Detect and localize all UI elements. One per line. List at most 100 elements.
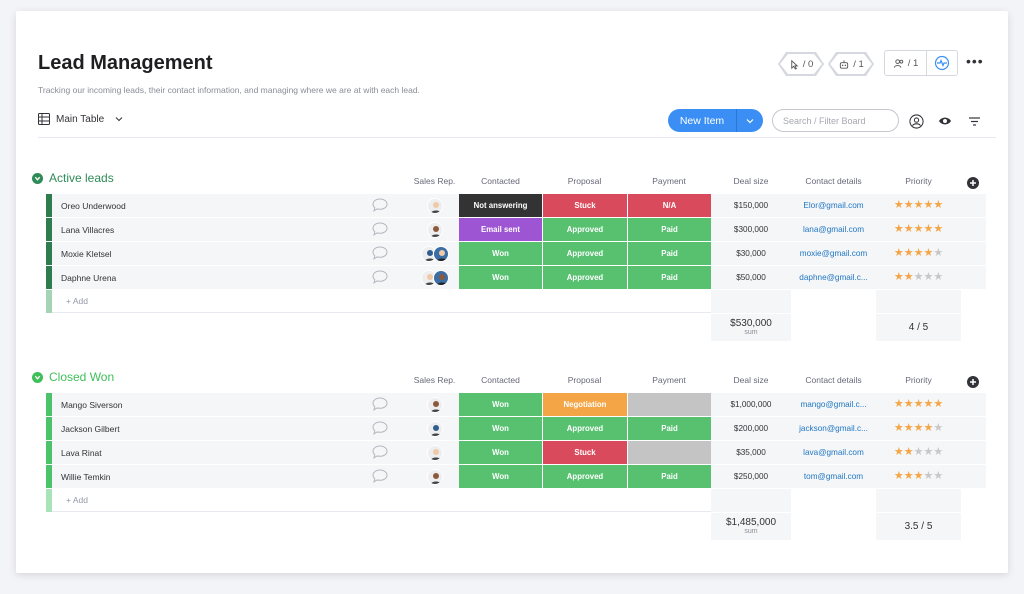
star-icon[interactable]: ★	[923, 248, 933, 259]
star-icon[interactable]: ★	[933, 447, 943, 458]
star-icon[interactable]: ★	[923, 447, 933, 458]
table-row[interactable]: Lana Villacres Email sent Approved Paid $300…	[46, 218, 986, 241]
table-row[interactable]: Oreo Underwood Not answering Stuck N/A $150,…	[46, 194, 986, 217]
star-icon[interactable]: ★	[914, 399, 924, 410]
star-icon[interactable]: ★	[923, 471, 933, 482]
column-header[interactable]: Contact details	[791, 375, 876, 385]
item-name-cell[interactable]: Willie Temkin	[46, 465, 410, 488]
star-icon[interactable]: ★	[914, 200, 924, 211]
star-icon[interactable]: ★	[923, 200, 933, 211]
star-icon[interactable]: ★	[933, 272, 943, 283]
column-header[interactable]: Deal size	[711, 375, 791, 385]
star-icon[interactable]: ★	[904, 248, 914, 259]
contact-email[interactable]: mango@gmail.c...	[800, 400, 866, 409]
group-header[interactable]: Closed Won	[32, 370, 114, 384]
status-payment-cell[interactable]	[628, 441, 711, 464]
table-row[interactable]: Willie Temkin Won Approved Paid $250,000 tom@…	[46, 465, 986, 488]
item-name[interactable]: Mango Siverson	[61, 400, 122, 410]
more-options-icon[interactable]: •••	[966, 54, 984, 68]
star-icon[interactable]: ★	[933, 423, 943, 434]
status-contacted-cell[interactable]: Won	[459, 441, 542, 464]
star-icon[interactable]: ★	[894, 399, 904, 410]
priority-rating[interactable]: ★ ★ ★ ★ ★	[876, 242, 961, 265]
item-name-cell[interactable]: Daphne Urena	[46, 266, 410, 289]
item-name[interactable]: Lava Rinat	[61, 448, 102, 458]
hide-columns-button[interactable]	[937, 113, 953, 129]
add-item-label[interactable]: + Add	[66, 495, 88, 505]
deal-size-cell[interactable]: $50,000	[711, 266, 791, 289]
priority-rating[interactable]: ★ ★ ★ ★ ★	[876, 194, 961, 217]
table-row[interactable]: Mango Siverson Won Negotiation $1,000,000 ma…	[46, 393, 986, 416]
contact-email-cell[interactable]: mango@gmail.c...	[791, 393, 876, 416]
status-payment-cell[interactable]: Paid	[628, 266, 711, 289]
column-header[interactable]: Priority	[876, 176, 961, 186]
conversation-icon[interactable]	[372, 222, 388, 236]
item-name[interactable]: Lana Villacres	[61, 225, 114, 235]
group-title[interactable]: Active leads	[49, 171, 114, 185]
status-payment-cell[interactable]: Paid	[628, 417, 711, 440]
priority-rating[interactable]: ★ ★ ★ ★ ★	[876, 266, 961, 289]
add-column-icon[interactable]	[967, 375, 979, 393]
contact-email[interactable]: moxie@gmail.com	[800, 249, 867, 258]
sales-rep-cell[interactable]	[410, 242, 459, 265]
item-name-cell[interactable]: Lana Villacres	[46, 218, 410, 241]
table-row[interactable]: Moxie Kletsel Won Approved Paid $30,000 moxie…	[46, 242, 986, 265]
table-row[interactable]: Daphne Urena Won Approved Paid $50,000 daphne…	[46, 266, 986, 289]
table-row[interactable]: Lava Rinat Won Stuck $35,000 lava@gmail.com ★…	[46, 441, 986, 464]
sales-rep-cell[interactable]	[410, 194, 459, 217]
item-name-cell[interactable]: Mango Siverson	[46, 393, 410, 416]
item-name-cell[interactable]: Moxie Kletsel	[46, 242, 410, 265]
priority-rating[interactable]: ★ ★ ★ ★ ★	[876, 465, 961, 488]
deal-size-cell[interactable]: $300,000	[711, 218, 791, 241]
star-icon[interactable]: ★	[904, 272, 914, 283]
star-icon[interactable]: ★	[904, 447, 914, 458]
status-payment-cell[interactable]	[628, 393, 711, 416]
status-proposal-cell[interactable]: Approved	[543, 417, 627, 440]
star-icon[interactable]: ★	[914, 248, 924, 259]
deal-size-cell[interactable]: $35,000	[711, 441, 791, 464]
group-header[interactable]: Active leads	[32, 171, 114, 185]
deal-size-cell[interactable]: $30,000	[711, 242, 791, 265]
conversation-icon[interactable]	[372, 421, 388, 435]
status-payment-cell[interactable]: N/A	[628, 194, 711, 217]
star-icon[interactable]: ★	[933, 399, 943, 410]
item-name[interactable]: Jackson Gilbert	[61, 424, 120, 434]
contact-email-cell[interactable]: lava@gmail.com	[791, 441, 876, 464]
star-icon[interactable]: ★	[914, 447, 924, 458]
contact-email-cell[interactable]: moxie@gmail.com	[791, 242, 876, 265]
deal-size-cell[interactable]: $250,000	[711, 465, 791, 488]
column-header[interactable]: Contacted	[459, 176, 542, 186]
star-icon[interactable]: ★	[894, 200, 904, 211]
item-name[interactable]: Daphne Urena	[61, 273, 116, 283]
add-item-cell[interactable]: + Add	[46, 489, 711, 512]
contact-email[interactable]: tom@gmail.com	[804, 472, 863, 481]
item-name-cell[interactable]: Jackson Gilbert	[46, 417, 410, 440]
star-icon[interactable]: ★	[894, 447, 904, 458]
sales-rep-cell[interactable]	[410, 441, 459, 464]
contact-email-cell[interactable]: jackson@gmail.c...	[791, 417, 876, 440]
star-icon[interactable]: ★	[914, 224, 924, 235]
status-contacted-cell[interactable]: Won	[459, 417, 542, 440]
column-header[interactable]: Payment	[627, 176, 711, 186]
status-contacted-cell[interactable]: Not answering	[459, 194, 542, 217]
star-icon[interactable]: ★	[933, 248, 943, 259]
star-icon[interactable]: ★	[923, 423, 933, 434]
star-icon[interactable]: ★	[933, 200, 943, 211]
star-icon[interactable]: ★	[894, 471, 904, 482]
conversation-icon[interactable]	[372, 397, 388, 411]
item-name-cell[interactable]: Lava Rinat	[46, 441, 410, 464]
deal-size-cell[interactable]: $1,000,000	[711, 393, 791, 416]
activity-log-button[interactable]	[927, 55, 957, 71]
star-icon[interactable]: ★	[894, 423, 904, 434]
item-name[interactable]: Moxie Kletsel	[61, 249, 112, 259]
conversation-icon[interactable]	[372, 198, 388, 212]
priority-rating[interactable]: ★ ★ ★ ★ ★	[876, 218, 961, 241]
status-proposal-cell[interactable]: Approved	[543, 218, 627, 241]
automation-counter[interactable]: / 1	[828, 52, 874, 76]
tab-main-table[interactable]: Main Table	[56, 114, 104, 125]
item-name[interactable]: Oreo Underwood	[61, 201, 126, 211]
new-item-button[interactable]: New Item	[668, 109, 763, 132]
priority-rating[interactable]: ★ ★ ★ ★ ★	[876, 417, 961, 440]
deal-size-cell[interactable]: $200,000	[711, 417, 791, 440]
group-title[interactable]: Closed Won	[49, 370, 114, 384]
